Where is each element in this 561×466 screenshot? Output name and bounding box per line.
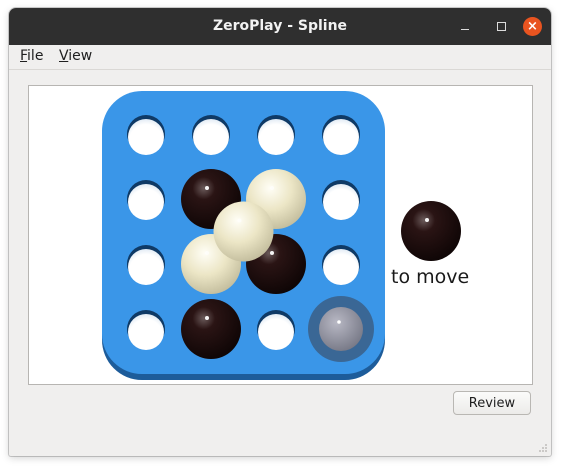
- board-hole[interactable]: [128, 184, 164, 220]
- title-bar[interactable]: ZeroPlay - Spline ×: [9, 8, 551, 45]
- stone-black-highlight: [205, 316, 209, 320]
- close-icon: ×: [527, 19, 538, 34]
- close-button[interactable]: ×: [523, 17, 542, 36]
- review-button[interactable]: Review: [453, 391, 531, 415]
- app-window: ZeroPlay - Spline × File View to move Re…: [9, 8, 551, 456]
- board-hole[interactable]: [128, 314, 164, 350]
- stone-black-highlight: [205, 186, 209, 190]
- board-canvas[interactable]: [29, 86, 532, 384]
- menu-view[interactable]: View: [59, 48, 92, 64]
- menu-file[interactable]: File: [20, 48, 43, 64]
- menu-bar: File View: [9, 45, 551, 70]
- game-display[interactable]: to move: [28, 85, 533, 385]
- to-move-stone[interactable]: [401, 201, 461, 261]
- stone-white-highlight: [205, 251, 209, 255]
- board-hole[interactable]: [128, 119, 164, 155]
- board-hole[interactable]: [323, 184, 359, 220]
- stone-ghost[interactable]: [319, 307, 363, 351]
- resize-grip-icon[interactable]: [538, 443, 548, 453]
- stone-white-highlight: [270, 186, 274, 190]
- stone-black[interactable]: [181, 299, 241, 359]
- board-hole[interactable]: [323, 249, 359, 285]
- board-hole[interactable]: [128, 249, 164, 285]
- board-hole[interactable]: [258, 119, 294, 155]
- board-hole[interactable]: [258, 314, 294, 350]
- to-move-stone-highlight: [425, 218, 429, 222]
- stone-black-highlight: [270, 251, 274, 255]
- stone-ghost-highlight: [337, 320, 341, 324]
- minimize-button[interactable]: [455, 17, 474, 36]
- board-hole[interactable]: [323, 119, 359, 155]
- board-hole[interactable]: [193, 119, 229, 155]
- stone-white-level2[interactable]: [213, 201, 274, 262]
- stone-white-level2-highlight: [237, 218, 242, 223]
- maximize-icon: [497, 22, 506, 31]
- minimize-icon: [460, 29, 469, 30]
- maximize-button[interactable]: [492, 17, 511, 36]
- to-move-label: to move: [391, 266, 470, 288]
